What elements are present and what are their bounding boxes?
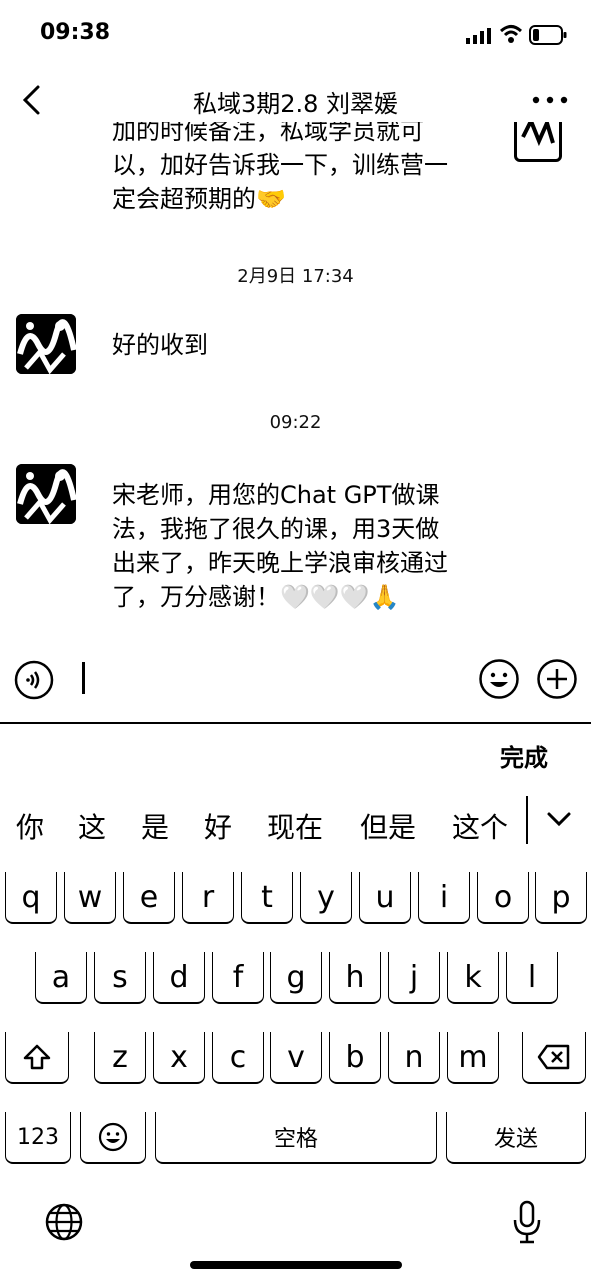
key-h[interactable]: h (329, 952, 381, 1004)
key-f[interactable]: f (212, 952, 264, 1004)
avatar-pattern-icon (521, 122, 555, 147)
candidate-word[interactable]: 这个 (452, 806, 508, 846)
key-n[interactable]: n (388, 1032, 440, 1084)
message-line: 定会超预期的🤝 (112, 185, 286, 213)
candidate-word[interactable]: 是 (141, 806, 169, 846)
delete-key[interactable] (522, 1032, 586, 1084)
message-text: 好的收到 (112, 328, 492, 362)
message-line: 出来了，昨天晚上学浪审核通过 (112, 549, 448, 577)
key-w[interactable]: w (64, 872, 116, 924)
send-key[interactable]: 发送 (446, 1112, 586, 1164)
avatar[interactable] (16, 464, 76, 524)
key-k[interactable]: k (447, 952, 499, 1004)
key-d[interactable]: d (153, 952, 205, 1004)
key-m[interactable]: m (447, 1032, 499, 1084)
key-t[interactable]: t (241, 872, 293, 924)
key-y[interactable]: y (300, 872, 352, 924)
avatar-pattern-icon (16, 464, 76, 524)
key-x[interactable]: x (153, 1032, 205, 1084)
message-input[interactable] (82, 662, 85, 694)
message-line: 以，加好告诉我一下，训练营一 (112, 151, 448, 179)
add-attachment-icon[interactable] (536, 658, 578, 700)
key-r[interactable]: r (182, 872, 234, 924)
key-e[interactable]: e (123, 872, 175, 924)
voice-input-icon[interactable] (14, 660, 54, 700)
candidate-word[interactable]: 但是 (360, 806, 416, 846)
emoji-icon[interactable] (478, 658, 520, 700)
key-z[interactable]: z (94, 1032, 146, 1084)
keyboard-divider (0, 722, 591, 724)
wifi-icon (499, 25, 523, 43)
key-i[interactable]: i (418, 872, 470, 924)
key-s[interactable]: s (94, 952, 146, 1004)
message-text: 宋老师，用您的Chat GPT做课 法，我拖了很久的课，用3天做 出来了，昨天晚… (112, 478, 512, 614)
status-time: 09:38 (40, 20, 111, 45)
home-indicator (190, 1261, 402, 1269)
candidate-word[interactable]: 好 (204, 806, 232, 846)
key-q[interactable]: q (5, 872, 57, 924)
timestamp: 2月9日 17:34 (237, 266, 354, 287)
message-text: 加的时候备注，私域学员就可 以，加好告诉我一下，训练营一 定会超预期的🤝 (112, 122, 492, 216)
candidate-word[interactable]: 你 (16, 806, 44, 846)
globe-icon[interactable] (44, 1202, 84, 1242)
key-u[interactable]: u (359, 872, 411, 924)
emoji-icon (98, 1122, 128, 1152)
avatar-pattern-icon (16, 314, 76, 374)
message-line: 宋老师，用您的Chat GPT做课 (112, 481, 440, 509)
avatar[interactable] (16, 314, 76, 374)
timestamp: 09:22 (269, 412, 322, 433)
key-p[interactable]: p (535, 872, 587, 924)
candidate-word[interactable]: 这 (78, 806, 106, 846)
message-line: 好的收到 (112, 331, 208, 359)
chevron-down-icon[interactable] (545, 810, 573, 828)
key-l[interactable]: l (506, 952, 558, 1004)
message-line: 了，万分感谢！🤍🤍🤍🙏 (112, 583, 400, 611)
key-g[interactable]: g (270, 952, 322, 1004)
key-a[interactable]: a (35, 952, 87, 1004)
shift-key[interactable] (5, 1032, 69, 1084)
battery-icon (529, 25, 567, 45)
avatar[interactable] (514, 122, 562, 162)
key-o[interactable]: o (477, 872, 529, 924)
message-line: 法，我拖了很久的课，用3天做 (112, 515, 440, 543)
key-j[interactable]: j (388, 952, 440, 1004)
candidate-separator (526, 796, 528, 844)
message-line: 加的时候备注，私域学员就可 (112, 122, 424, 145)
candidate-word[interactable]: 现在 (267, 806, 323, 846)
key-b[interactable]: b (329, 1032, 381, 1084)
microphone-icon[interactable] (510, 1200, 544, 1244)
more-options-icon[interactable] (532, 96, 568, 104)
key-c[interactable]: c (212, 1032, 264, 1084)
done-button[interactable]: 完成 (500, 738, 548, 773)
emoji-key[interactable] (80, 1112, 146, 1164)
backspace-icon (537, 1044, 570, 1070)
space-key[interactable]: 空格 (155, 1112, 437, 1164)
key-v[interactable]: v (270, 1032, 322, 1084)
cellular-signal-icon (466, 28, 491, 44)
shift-icon (23, 1044, 51, 1070)
chat-area: 加的时候备注，私域学员就可 以，加好告诉我一下，训练营一 定会超预期的🤝 2月9… (0, 122, 591, 642)
chat-title: 私域3期2.8 刘翠媛 (192, 90, 399, 118)
numbers-key[interactable]: 123 (5, 1112, 71, 1164)
